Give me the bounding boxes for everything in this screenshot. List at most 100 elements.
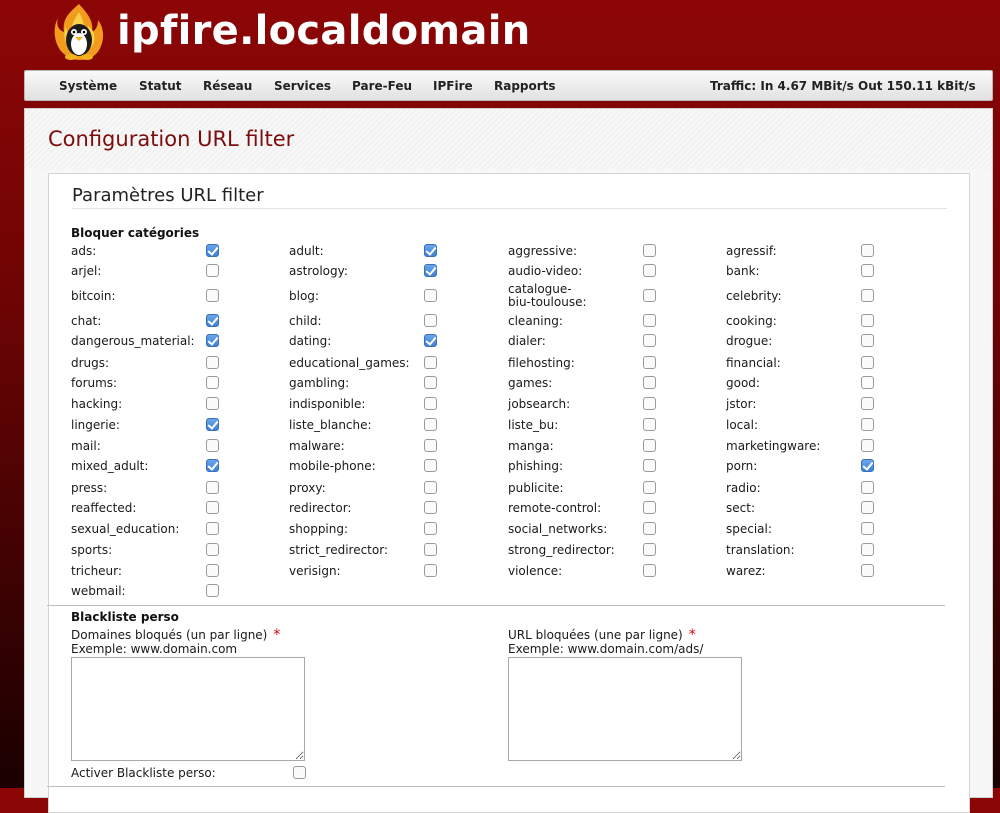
category-checkbox[interactable]: [861, 439, 874, 452]
category-checkbox[interactable]: [643, 289, 656, 302]
category-checkbox[interactable]: [861, 244, 874, 257]
category-label: cleaning:: [508, 314, 563, 328]
category-checkbox[interactable]: [206, 289, 219, 302]
category-checkbox[interactable]: [424, 459, 437, 472]
nav-item-statut[interactable]: Statut: [139, 79, 182, 93]
category-checkbox[interactable]: [861, 543, 874, 556]
category-checkbox[interactable]: [206, 439, 219, 452]
category-checkbox[interactable]: [861, 334, 874, 347]
category-label: liste_bu:: [508, 418, 559, 432]
category-checkbox[interactable]: [861, 314, 874, 327]
category-checkbox[interactable]: [424, 289, 437, 302]
activate-blacklist-checkbox[interactable]: [293, 766, 306, 779]
required-mark: *: [688, 627, 696, 643]
category-checkbox[interactable]: [643, 564, 656, 577]
category-checkbox[interactable]: [206, 459, 219, 472]
category-checkbox[interactable]: [206, 418, 219, 431]
category-checkbox[interactable]: [643, 522, 656, 535]
category-checkbox[interactable]: [861, 356, 874, 369]
category-checkbox[interactable]: [424, 481, 437, 494]
category-label: bitcoin:: [71, 289, 116, 303]
category-checkbox[interactable]: [861, 522, 874, 535]
category-checkbox[interactable]: [861, 264, 874, 277]
category-checkbox[interactable]: [643, 314, 656, 327]
category-checkbox[interactable]: [206, 564, 219, 577]
category-label: malware:: [289, 439, 345, 453]
category-checkbox[interactable]: [424, 264, 437, 277]
category-checkbox[interactable]: [424, 356, 437, 369]
section-title: Paramètres URL filter: [72, 185, 264, 206]
category-checkbox[interactable]: [424, 397, 437, 410]
category-checkbox[interactable]: [861, 289, 874, 302]
category-label: remote-control:: [508, 501, 602, 515]
nav-item-services[interactable]: Services: [274, 79, 331, 93]
category-checkbox[interactable]: [424, 334, 437, 347]
nav-item-rapports[interactable]: Rapports: [494, 79, 556, 93]
category-label: translation:: [726, 543, 795, 557]
category-checkbox[interactable]: [861, 459, 874, 472]
nav-item-ipfire[interactable]: IPFire: [433, 79, 473, 93]
category-checkbox[interactable]: [424, 314, 437, 327]
domains-label-text: Domaines bloqués (un par ligne): [71, 628, 268, 642]
category-checkbox[interactable]: [206, 334, 219, 347]
category-checkbox[interactable]: [643, 334, 656, 347]
category-checkbox[interactable]: [206, 244, 219, 257]
nav-item-systeme[interactable]: Système: [59, 79, 117, 93]
category-checkbox[interactable]: [424, 376, 437, 389]
category-label: reaffected:: [71, 501, 137, 515]
category-checkbox[interactable]: [424, 543, 437, 556]
category-checkbox[interactable]: [206, 314, 219, 327]
category-label: good:: [726, 376, 760, 390]
category-checkbox[interactable]: [206, 543, 219, 556]
page-title: Configuration URL filter: [48, 127, 295, 151]
category-checkbox[interactable]: [643, 356, 656, 369]
category-checkbox[interactable]: [643, 439, 656, 452]
category-checkbox[interactable]: [206, 481, 219, 494]
urls-textarea[interactable]: [508, 657, 742, 761]
category-checkbox[interactable]: [643, 418, 656, 431]
category-checkbox[interactable]: [424, 522, 437, 535]
urls-example: Exemple: www.domain.com/ads/: [508, 642, 704, 656]
category-checkbox[interactable]: [643, 459, 656, 472]
category-checkbox[interactable]: [206, 264, 219, 277]
category-label: liste_blanche:: [289, 418, 372, 432]
category-checkbox[interactable]: [861, 564, 874, 577]
category-label: dialer:: [508, 334, 546, 348]
category-checkbox[interactable]: [643, 501, 656, 514]
category-label: catalogue- biu-toulouse:: [508, 282, 587, 309]
category-label: adult:: [289, 244, 324, 258]
category-checkbox[interactable]: [861, 397, 874, 410]
category-label: dangerous_material:: [71, 334, 195, 348]
category-checkbox[interactable]: [861, 501, 874, 514]
category-checkbox[interactable]: [424, 501, 437, 514]
category-checkbox[interactable]: [424, 439, 437, 452]
main-nav: Système Statut Réseau Services Pare-Feu …: [24, 70, 993, 101]
category-checkbox[interactable]: [861, 481, 874, 494]
category-label: tricheur:: [71, 564, 122, 578]
category-checkbox[interactable]: [206, 501, 219, 514]
category-checkbox[interactable]: [424, 418, 437, 431]
category-checkbox[interactable]: [643, 264, 656, 277]
category-checkbox[interactable]: [643, 376, 656, 389]
category-checkbox[interactable]: [206, 397, 219, 410]
category-checkbox[interactable]: [424, 244, 437, 257]
category-label: jstor:: [726, 397, 757, 411]
category-label: indisponible:: [289, 397, 366, 411]
category-checkbox[interactable]: [861, 418, 874, 431]
category-checkbox[interactable]: [424, 564, 437, 577]
domains-textarea[interactable]: [71, 657, 305, 761]
category-checkbox[interactable]: [861, 376, 874, 389]
nav-item-reseau[interactable]: Réseau: [203, 79, 252, 93]
category-checkbox[interactable]: [206, 356, 219, 369]
category-checkbox[interactable]: [206, 522, 219, 535]
category-checkbox[interactable]: [206, 584, 219, 597]
category-checkbox[interactable]: [643, 397, 656, 410]
category-checkbox[interactable]: [643, 481, 656, 494]
nav-item-pare-feu[interactable]: Pare-Feu: [352, 79, 412, 93]
category-checkbox[interactable]: [643, 543, 656, 556]
category-label: lingerie:: [71, 418, 120, 432]
category-label: webmail:: [71, 584, 126, 598]
category-checkbox[interactable]: [643, 244, 656, 257]
category-label: redirector:: [289, 501, 352, 515]
category-checkbox[interactable]: [206, 376, 219, 389]
